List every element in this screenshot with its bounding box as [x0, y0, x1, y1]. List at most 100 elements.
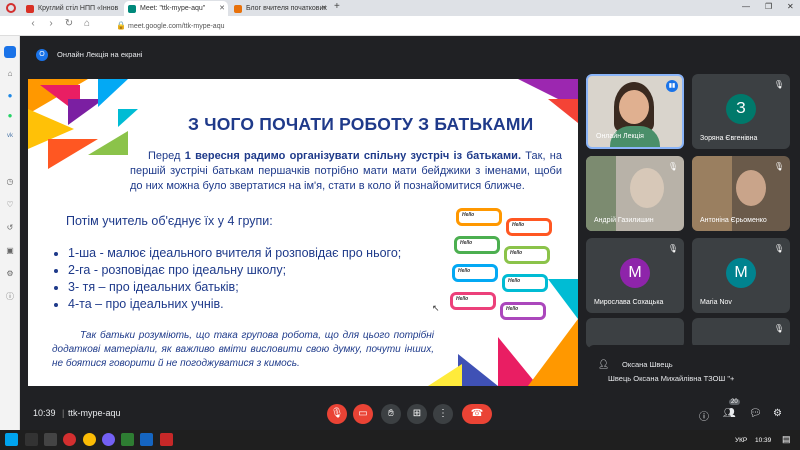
participant-count-badge: 20 [729, 399, 740, 405]
separator: | [62, 408, 65, 418]
participant-popup[interactable] [588, 345, 800, 395]
back-icon[interactable]: ‹ [26, 18, 40, 29]
mic-off-icon: 🎙︎ [773, 244, 784, 253]
more-options-button[interactable]: ⋮ [433, 404, 453, 424]
clock-icon[interactable]: ◷ [4, 176, 16, 188]
decor-triangle [548, 99, 578, 123]
name-badge: Hello [456, 208, 502, 226]
decor-triangle [88, 131, 128, 155]
meeting-code: ttk-mype-aqu [68, 408, 121, 418]
avatar: З [726, 94, 756, 124]
speed-dial-icon[interactable]: ⌂ [4, 68, 16, 80]
list-item: 4-та – про ідеальних учнів. [68, 296, 401, 313]
popup-title: Оксана Швець [622, 360, 673, 369]
info-icon[interactable]: ⓘ [4, 291, 16, 303]
app-taskbar-icon[interactable] [121, 433, 134, 446]
raise-hand-button[interactable]: ✋︎ [381, 404, 401, 424]
decor-triangle [118, 109, 138, 127]
participant-tile-partial[interactable] [586, 318, 684, 348]
notifications-icon[interactable]: ▤ [782, 434, 791, 445]
messenger-icon[interactable]: ● [4, 90, 16, 102]
tab-favicon-icon [26, 5, 34, 13]
tab-favicon-icon [234, 5, 242, 13]
taskbar-clock[interactable]: 10:39 [755, 437, 771, 444]
history-icon[interactable]: ↺ [4, 222, 16, 234]
home-icon[interactable]: ⌂ [80, 18, 94, 29]
forward-icon[interactable]: › [44, 18, 58, 29]
participant-tile-andrii[interactable]: 🎙︎ Андрій Газилишин [586, 156, 684, 231]
chat-icon[interactable]: 💬︎ [749, 408, 762, 419]
slide-paragraph-conclusion: Так батьки розуміють, що така групова ро… [52, 330, 434, 369]
slide-title: З ЧОГО ПОЧАТИ РОБОТУ З БАТЬКАМИ [188, 114, 534, 134]
app-taskbar-icon[interactable] [140, 433, 153, 446]
shared-slide: З ЧОГО ПОЧАТИ РОБОТУ З БАТЬКАМИ Перед 1 … [28, 79, 578, 386]
mic-off-icon: 🎙︎ [773, 324, 784, 333]
task-view-icon[interactable] [44, 433, 57, 446]
close-tab-icon[interactable]: ✕ [219, 1, 225, 16]
mic-off-icon: 🎙︎ [773, 80, 784, 89]
people-icon[interactable]: 👥︎ [723, 408, 736, 419]
url-input[interactable]: meet.google.com/ttk-mype-aqu [128, 20, 728, 33]
tab-kruhlyi-stil[interactable]: Круглий стіл НПП «Іннов [22, 1, 122, 16]
name-badge: Hello [500, 302, 546, 320]
browser-tab-bar: Круглий стіл НПП «Іннов Meet: "ttk-mype-… [0, 0, 800, 16]
maximize-icon[interactable]: ❐ [765, 2, 772, 11]
name-badge: Hello [502, 274, 548, 292]
tab-blog[interactable]: Блог вчителя початкових ✕ [230, 1, 330, 16]
presenter-avatar: О [36, 49, 48, 61]
participant-tile-zoriana[interactable]: 🎙︎ З Зоряна Євгенівна [692, 74, 790, 149]
reload-icon[interactable]: ↻ [62, 18, 76, 29]
participant-video [630, 168, 664, 208]
chrome-taskbar-icon[interactable] [83, 433, 96, 446]
whatsapp-icon[interactable]: ● [4, 110, 16, 122]
avatar: М [620, 258, 650, 288]
tab-meet[interactable]: Meet: "ttk-mype-aqu" ✕ [124, 1, 228, 16]
keyboard-language[interactable]: УКР [735, 437, 747, 444]
participant-video [619, 90, 649, 124]
new-tab-icon[interactable]: + [334, 1, 340, 12]
close-tab-icon[interactable]: ✕ [321, 1, 327, 16]
participant-name: Онлайн Лекція [596, 133, 644, 140]
settings-icon[interactable]: ⚙ [4, 268, 16, 280]
list-item: 3- тя – про ідеальних батьків; [68, 279, 401, 296]
opera-sidebar-home-icon[interactable] [4, 46, 16, 58]
close-window-icon[interactable]: ✕ [787, 2, 794, 11]
participant-tile-maria[interactable]: 🎙︎ M Maria Nov [692, 238, 790, 313]
windows-start-icon[interactable] [5, 433, 18, 446]
participant-tile-online-lektsiia[interactable]: ▮▮ Онлайн Лекція [586, 74, 684, 149]
participant-name: Зоряна Євгенівна [700, 135, 758, 142]
participant-name: Мирослава Сохацька [594, 299, 664, 306]
meeting-time: 10:39 [33, 408, 56, 418]
groups-list: 1-ша - малює ідеального вчителя й розпов… [52, 245, 401, 313]
decor-triangle [98, 79, 128, 107]
slide-paragraph-groups: Потім учитель об'єднує їх у 4 групи: [66, 214, 273, 228]
speaking-icon: ▮▮ [666, 80, 678, 92]
slide-paragraph-intro: Перед 1 вересня радимо організувати спіл… [130, 150, 562, 192]
name-badge: Hello [450, 292, 496, 310]
participant-name: Антоніна Єрьоменко [700, 217, 767, 224]
activities-icon[interactable]: ⚙ [773, 408, 782, 419]
minimize-icon[interactable]: — [742, 2, 750, 11]
participant-tile-myroslava[interactable]: 🎙︎ М Мирослава Сохацька [586, 238, 684, 313]
list-item: 2-га - розповідає про ідеальну школу; [68, 262, 401, 279]
cube-icon[interactable]: ▣ [4, 245, 16, 257]
name-badge: Hello [454, 236, 500, 254]
search-icon[interactable] [25, 433, 38, 446]
present-screen-button[interactable]: ⊞ [407, 404, 427, 424]
windows-taskbar [0, 430, 800, 450]
vk-icon[interactable]: vk [4, 130, 16, 142]
camera-off-button[interactable]: ▭ [353, 404, 373, 424]
participant-tile-partial[interactable]: 🎙︎ [692, 318, 790, 348]
opera-logo-icon[interactable] [6, 3, 16, 13]
decor-triangle [458, 354, 498, 386]
participant-tile-antonina[interactable]: 🎙︎ Антоніна Єрьоменко [692, 156, 790, 231]
leave-call-button[interactable]: ☎︎ [462, 404, 492, 424]
app-taskbar-icon[interactable] [160, 433, 173, 446]
participant-video [736, 170, 766, 206]
microphone-off-button[interactable]: 🎙︎ [327, 404, 347, 424]
viber-taskbar-icon[interactable] [102, 433, 115, 446]
lock-icon: 🔒 [116, 21, 126, 30]
info-icon[interactable]: ⓘ [699, 408, 709, 423]
opera-taskbar-icon[interactable] [63, 433, 76, 446]
heart-icon[interactable]: ♡ [4, 199, 16, 211]
